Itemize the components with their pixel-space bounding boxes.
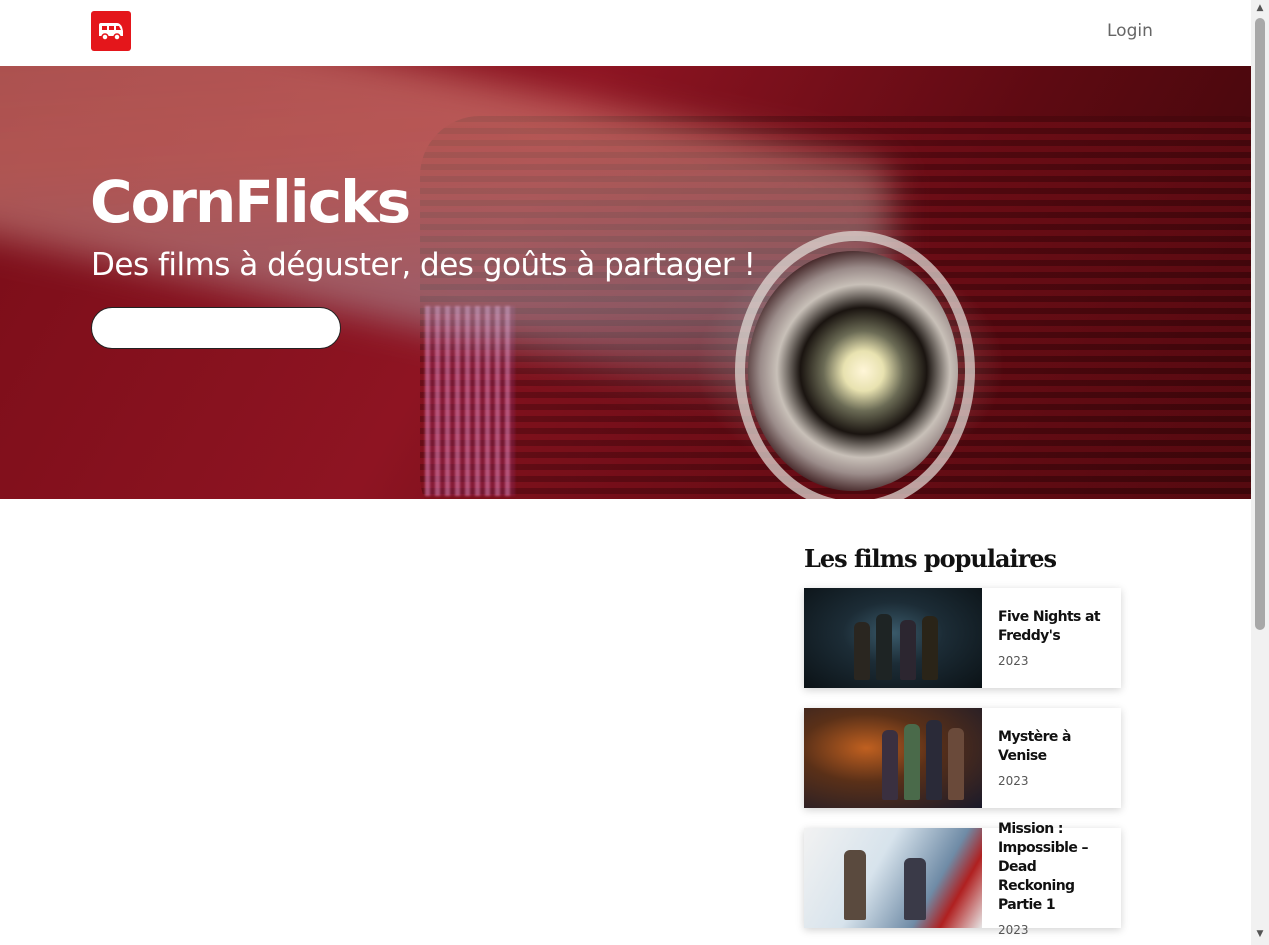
scroll-thumb[interactable] [1255,18,1265,630]
section-title: Les films populaires [804,544,1057,573]
scroll-up-icon[interactable]: ▲ [1255,3,1265,13]
movie-card[interactable]: Five Nights at Freddy's 2023 [804,588,1121,688]
popular-movies-section: Les films populaires Five Nights at Fred… [804,544,1122,937]
movie-title: Mystère à Venise [998,729,1072,764]
home-logo[interactable] [91,11,131,51]
movie-card[interactable]: Mystère à Venise 2023 [804,708,1121,808]
scroll-down-icon[interactable]: ▼ [1255,929,1265,939]
movie-year: 2023 [998,922,1029,937]
site-title: CornFlicks [90,168,411,236]
movie-title: Mission : Impossible – Dead Reckoning Pa… [998,820,1089,913]
movie-poster [804,708,982,808]
movie-title: Five Nights at Freddy's [998,609,1101,644]
movie-card[interactable]: Mission : Impossible – Dead Reckoning Pa… [804,821,1121,937]
navbar: Login [0,0,1251,66]
van-icon [99,23,123,41]
site-tagline: Des films à déguster, des goûts à partag… [91,247,756,283]
search-input[interactable] [91,307,341,349]
movie-year: 2023 [998,654,1029,668]
movie-year: 2023 [998,774,1029,788]
projector-lens [748,251,958,491]
movie-poster [804,588,982,688]
login-link[interactable]: Login [1107,21,1153,41]
movie-poster [804,828,982,928]
page-scrollbar[interactable]: ▲ ▼ [1251,0,1269,945]
